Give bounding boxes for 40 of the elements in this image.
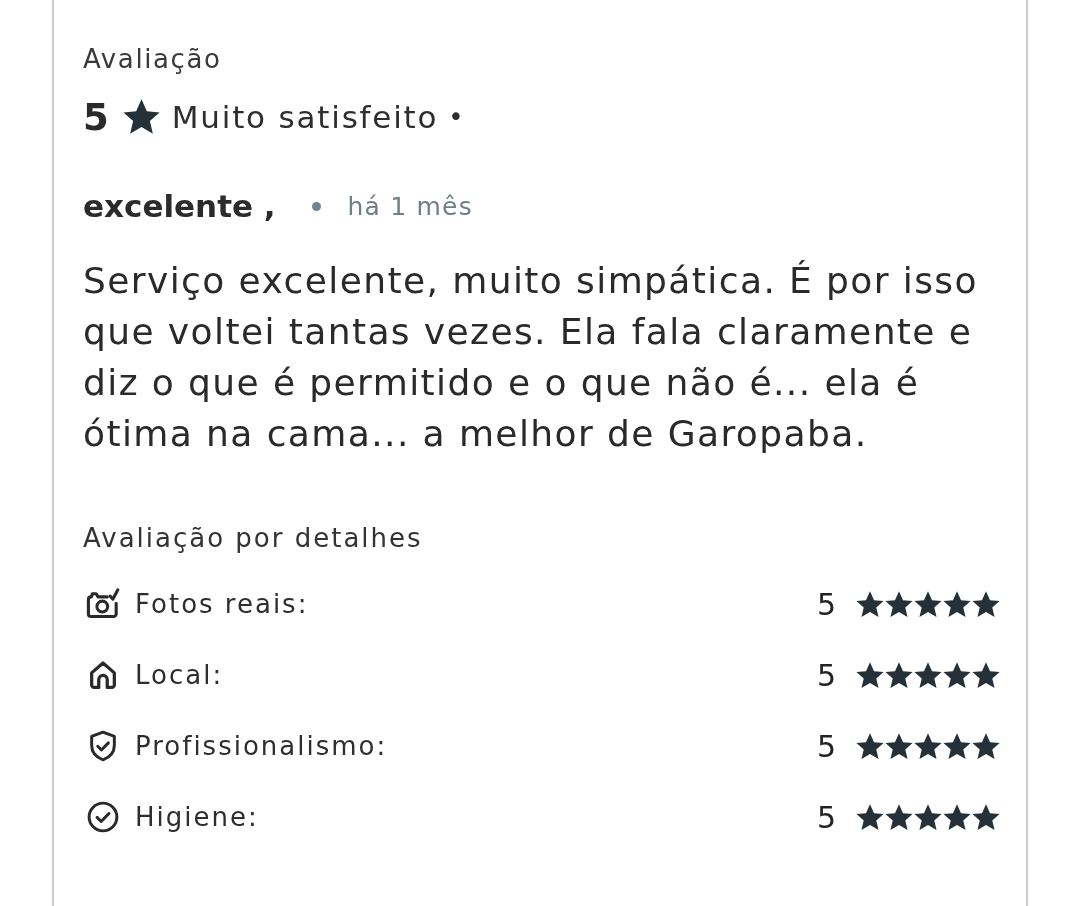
star-icon: [972, 590, 1000, 618]
details-heading: Avaliação por detalhes: [83, 522, 424, 555]
rating-heading: Avaliação: [83, 43, 223, 76]
detail-label: Fotos reais:: [135, 589, 309, 619]
star-icon: [885, 661, 913, 689]
detail-score: 5: [816, 657, 836, 693]
detail-label: Higiene:: [135, 802, 259, 832]
star-icon: [885, 732, 913, 760]
star-icon: [943, 590, 971, 618]
review-text: Serviço excelente, muito simpática. É por isso que voltei tantas vezes. Ela fala claramente e diz o que é permitido e o que não é... ela é ótima na cama... a melhor de Garopaba.: [83, 259, 979, 456]
star-icon: [972, 732, 1000, 760]
star-icon: [914, 803, 942, 831]
star-icon: [856, 803, 884, 831]
rating-score: 5: [83, 95, 109, 139]
detail-score: 5: [816, 586, 836, 622]
rating-label: Muito satisfeito: [171, 99, 439, 135]
detail-label: Local:: [135, 660, 224, 690]
detail-score: 5: [816, 728, 836, 764]
star-icon: [856, 590, 884, 618]
star-icon: [914, 661, 942, 689]
star-icon: [943, 732, 971, 760]
detail-label: Profissionalismo:: [135, 731, 388, 761]
camera-icon: [86, 587, 120, 621]
star-icon: [885, 803, 913, 831]
review-date: há 1 mês: [347, 191, 473, 221]
star-icon: [914, 590, 942, 618]
star-icon: [914, 732, 942, 760]
star-icon: [856, 661, 884, 689]
star-icon: [972, 803, 1000, 831]
star-icon: [856, 732, 884, 760]
bullet-separator: •: [448, 102, 464, 132]
star-icon: [943, 803, 971, 831]
star-icon: [885, 590, 913, 618]
star-icon: [943, 661, 971, 689]
dot-icon: [311, 201, 321, 211]
check-circle-icon: [86, 800, 120, 834]
star-icon: [122, 99, 160, 135]
review-title: excelente ,: [83, 188, 276, 224]
star-icon: [972, 661, 1000, 689]
detail-score: 5: [816, 799, 836, 835]
